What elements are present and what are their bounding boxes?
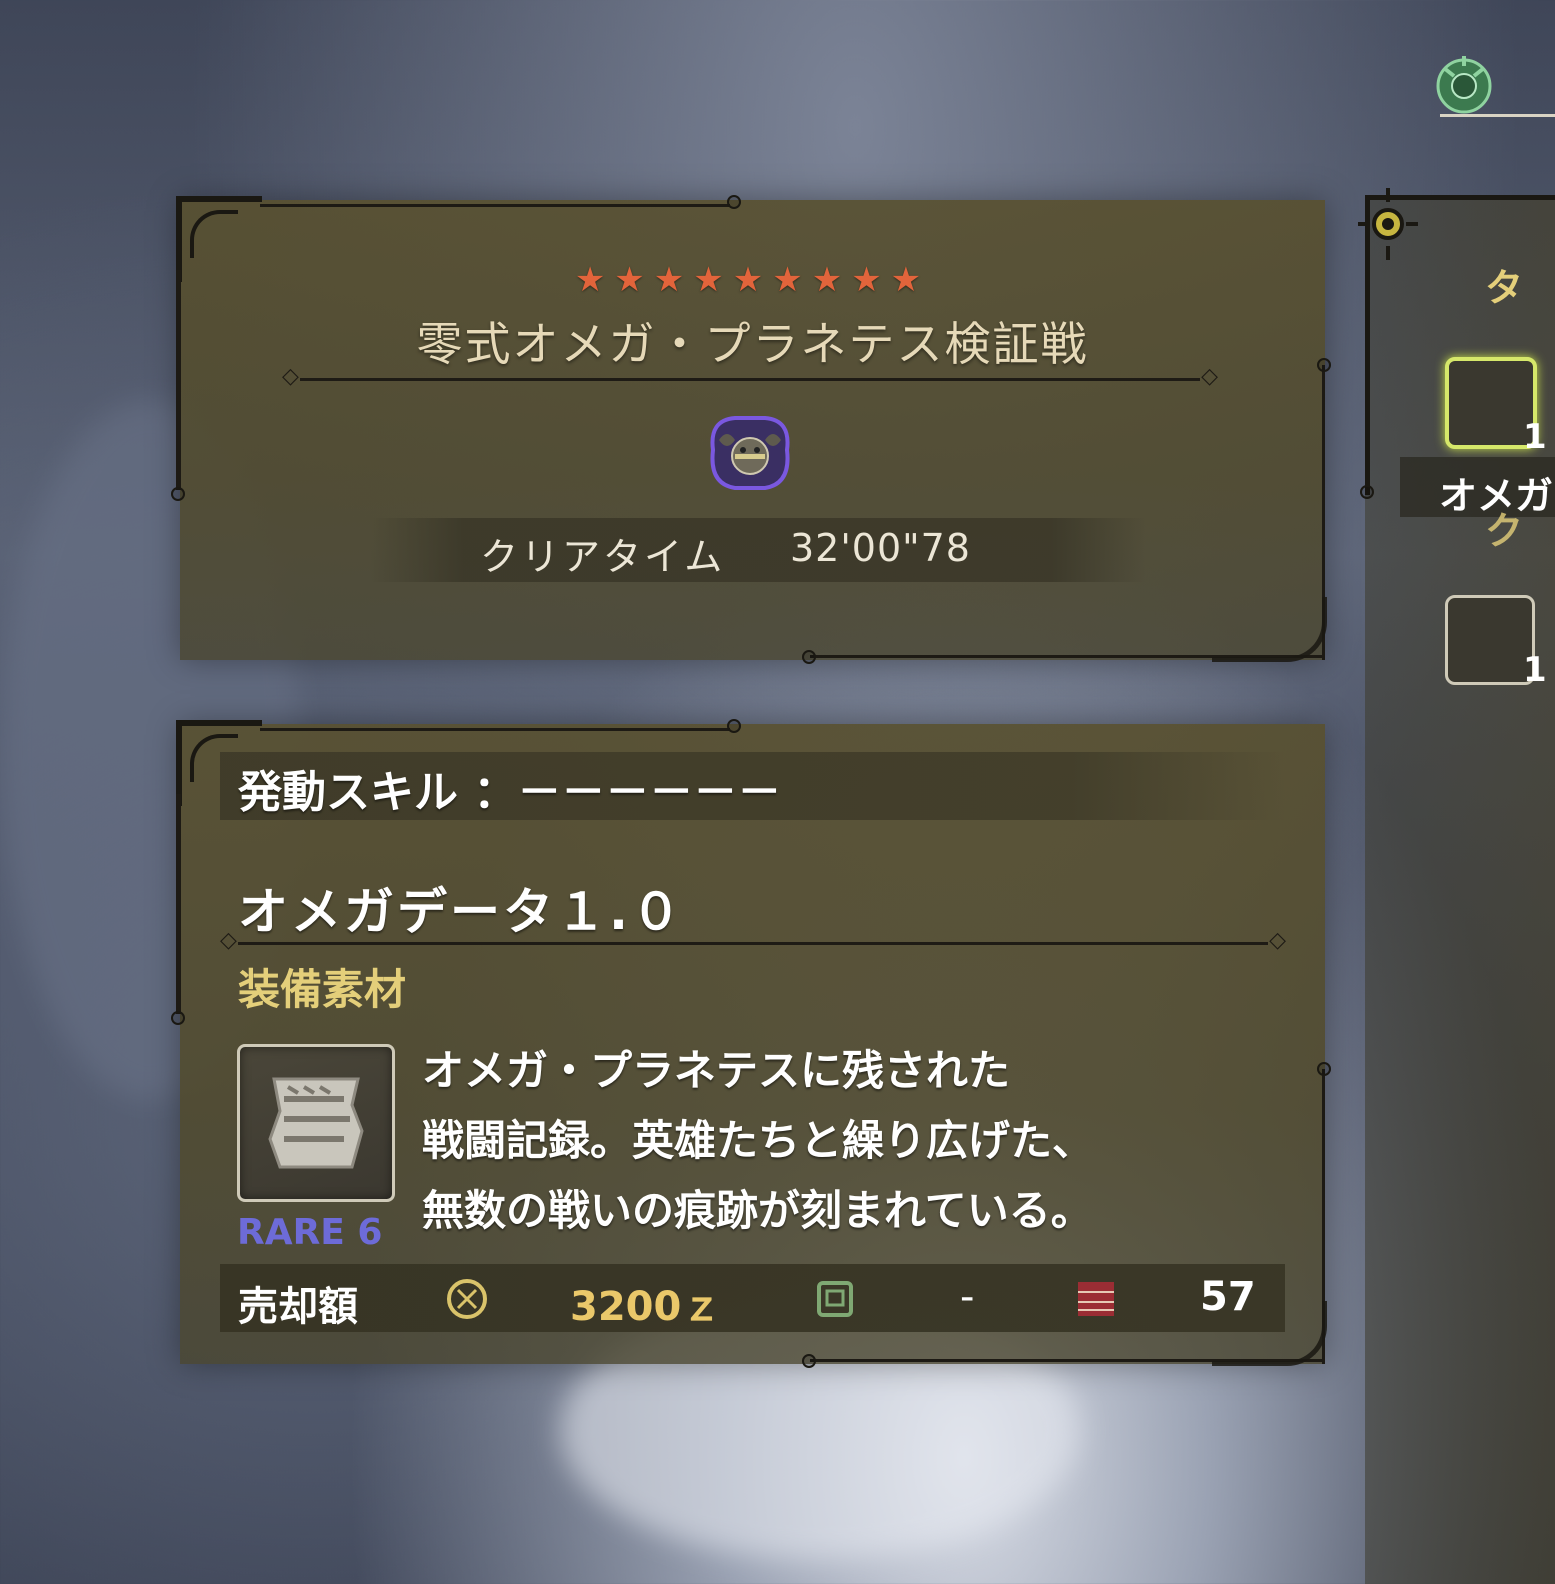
quest-emblem-icon <box>710 416 790 490</box>
frame-corner <box>1212 597 1327 662</box>
reward-side-panel: タ 1 オメガ ク 1 <box>1360 195 1555 1584</box>
rarity-label: RARE 6 <box>237 1212 383 1253</box>
description-line: オメガ・プラネテスに残された <box>422 1046 1011 1095</box>
difficulty-stars: ★★★★★★★★★ <box>574 260 931 300</box>
name-divider <box>220 928 1286 953</box>
reward-item-slot[interactable] <box>1445 595 1535 685</box>
research-points-icon <box>817 1281 853 1317</box>
side-subheader-text: ク <box>1485 509 1524 553</box>
quest-result-panel: ★★★★★★★★★ 零式オメガ・プラネテス検証戦 クリアタイム 32'00"78 <box>171 195 1331 664</box>
reward-count: 1 <box>1523 650 1547 690</box>
description-line: 戦闘記録。英雄たちと繰り広げた、 <box>422 1116 1095 1165</box>
frame-dot <box>1317 1062 1331 1076</box>
monster-status-icon <box>1436 56 1492 114</box>
sell-info-bar <box>220 1264 1285 1332</box>
reward-count: 1 <box>1523 417 1547 457</box>
frame-corner <box>1212 1301 1327 1366</box>
frame-dot <box>802 1354 816 1368</box>
description-line: 無数の戦いの痕跡が刻まれている。 <box>422 1186 1093 1235</box>
sun-emblem-icon <box>1358 188 1418 260</box>
frame-line <box>260 728 730 731</box>
sell-price-value: 3200ｚ <box>570 1284 722 1330</box>
active-skill-text: 発動スキル ：－－－－－－ <box>238 767 782 818</box>
item-box-icon <box>1078 1282 1114 1316</box>
frame-line <box>176 270 181 490</box>
item-detail-panel: 発動スキル ：－－－－－－ オメガデータ１.０ 装備素材 RARE 6 オメガ・… <box>171 719 1331 1368</box>
clear-time-value: 32'00"78 <box>790 526 971 570</box>
item-scroll-icon <box>237 1044 395 1202</box>
item-description: オメガ・プラネテスに残された 戦闘記録。英雄たちと繰り広げた、 無数の戦いの痕跡… <box>422 1036 1094 1246</box>
clear-time-label: クリアタイム <box>480 535 726 579</box>
frame-dot <box>171 1011 185 1025</box>
frame-dot <box>802 650 816 664</box>
item-name: オメガデータ１.０ <box>238 883 684 941</box>
sell-price-label: 売却額 <box>238 1284 358 1330</box>
title-divider <box>282 364 1218 389</box>
frame-dot <box>1360 485 1374 499</box>
item-category: 装備素材 <box>238 965 407 1014</box>
side-header-text: タ <box>1485 266 1524 310</box>
frame-dot <box>727 195 741 209</box>
frame-line <box>176 794 181 1014</box>
hud-line <box>1440 114 1555 117</box>
frame-dot <box>1317 358 1331 372</box>
frame-line <box>260 204 730 207</box>
scroll-icon <box>268 1077 364 1169</box>
zenny-icon <box>447 1279 487 1319</box>
frame-dot <box>171 487 185 501</box>
frame-dot <box>727 719 741 733</box>
quest-title: 零式オメガ・プラネテス検証戦 <box>416 317 1089 371</box>
points-value: - <box>960 1274 975 1320</box>
